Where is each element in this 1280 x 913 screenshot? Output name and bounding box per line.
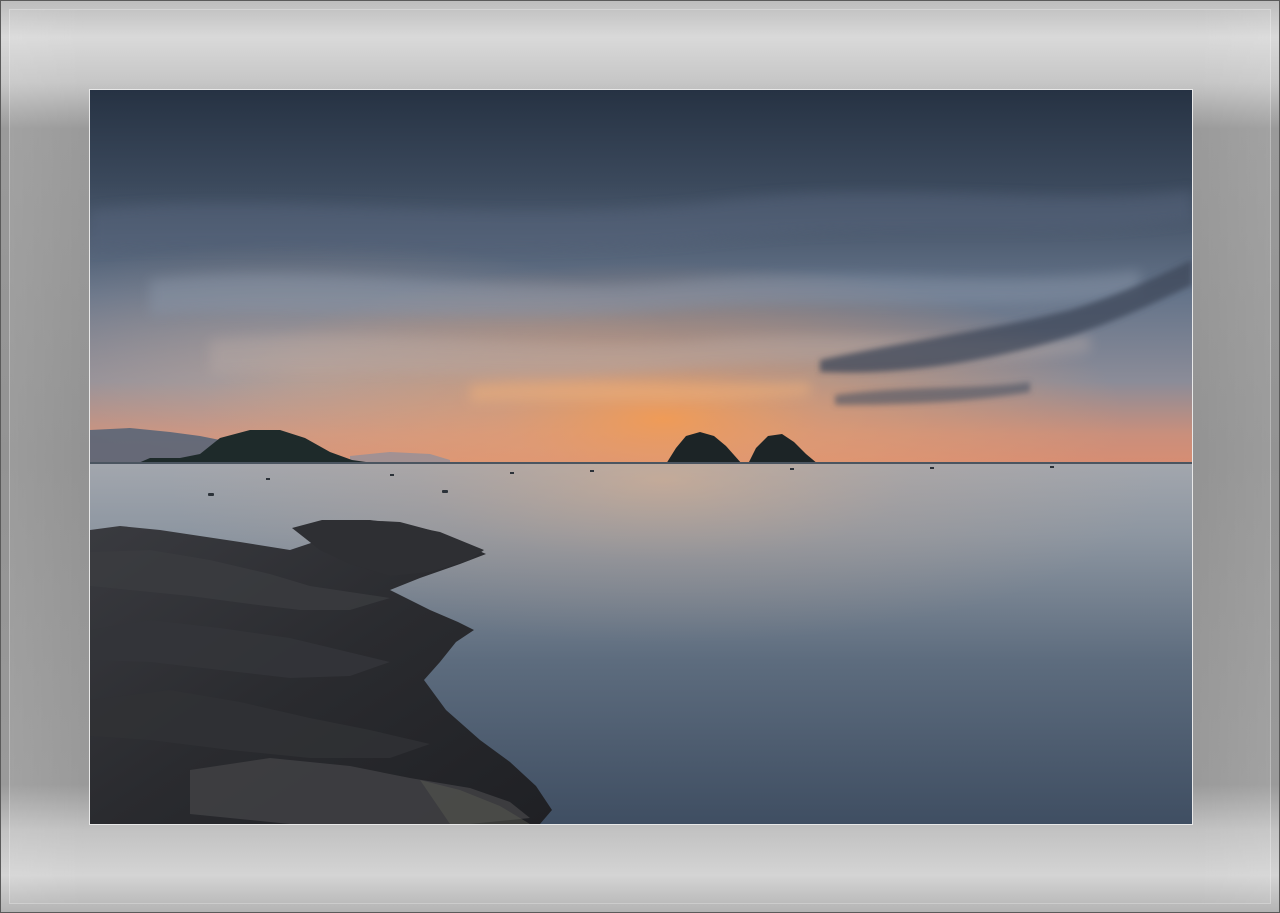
picture-frame [0, 0, 1280, 913]
seascape-photo [90, 90, 1192, 824]
photo-border [89, 89, 1193, 825]
